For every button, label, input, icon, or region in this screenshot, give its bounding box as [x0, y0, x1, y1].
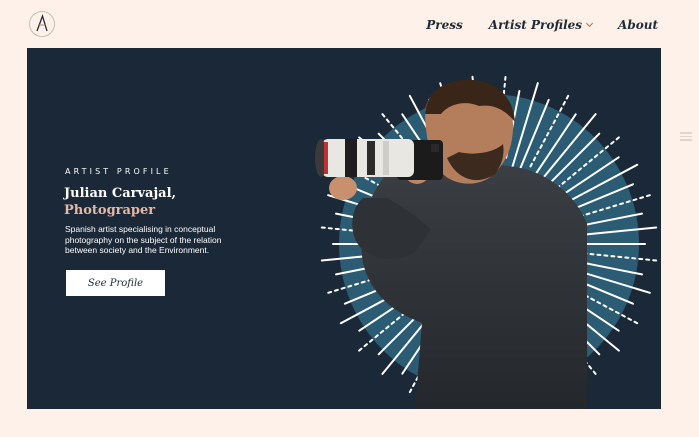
main-nav: Press Artist Profiles About [426, 18, 658, 32]
hero-banner: ARTIST PROFILE Julian Carvajal, Photogra… [27, 48, 661, 409]
nav-item-about[interactable]: About [618, 18, 658, 32]
menu-icon[interactable] [680, 132, 692, 141]
nav-item-press[interactable]: Press [426, 18, 463, 32]
see-profile-button[interactable]: See Profile [66, 270, 165, 296]
nav-item-label: Artist Profiles [488, 18, 583, 32]
artist-description: Spanish artist specialising in conceptua… [65, 224, 222, 256]
top-navigation-bar: Press Artist Profiles About [0, 0, 699, 48]
artist-role: Photograper [64, 203, 156, 218]
artist-name: Julian Carvajal, [64, 186, 177, 201]
site-logo-icon[interactable] [28, 10, 56, 38]
chevron-down-icon [585, 19, 594, 28]
hero-kicker: ARTIST PROFILE [65, 167, 172, 176]
nav-item-artist-profiles[interactable]: Artist Profiles [488, 18, 594, 32]
